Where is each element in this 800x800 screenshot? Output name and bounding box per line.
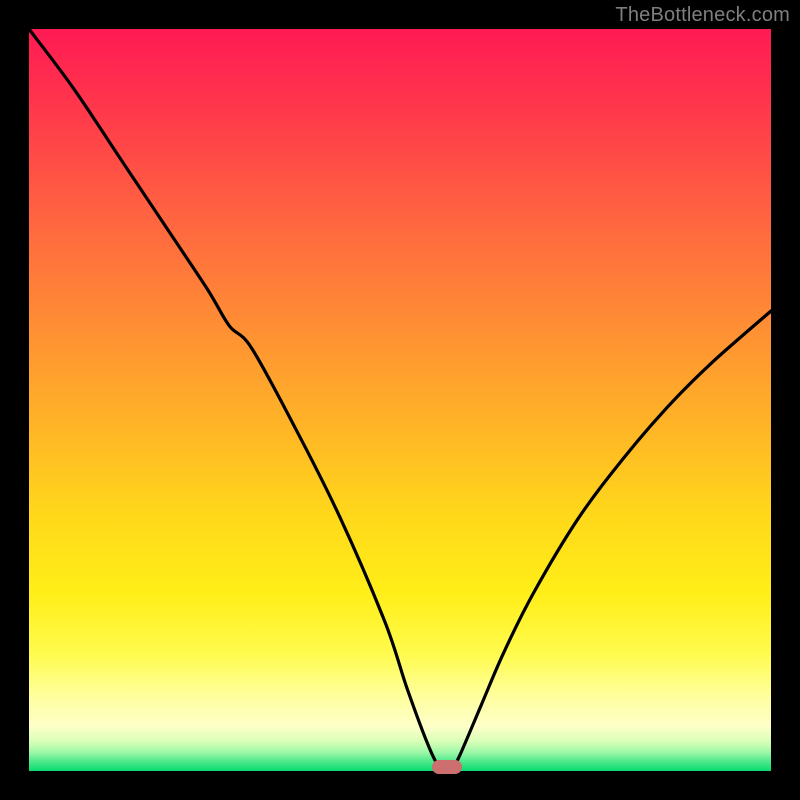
bottleneck-curve	[29, 29, 771, 771]
plot-area	[29, 29, 771, 771]
minimum-marker	[432, 760, 462, 774]
chart-frame: TheBottleneck.com	[0, 0, 800, 800]
attribution-label: TheBottleneck.com	[615, 4, 790, 27]
curve-path	[29, 29, 771, 769]
